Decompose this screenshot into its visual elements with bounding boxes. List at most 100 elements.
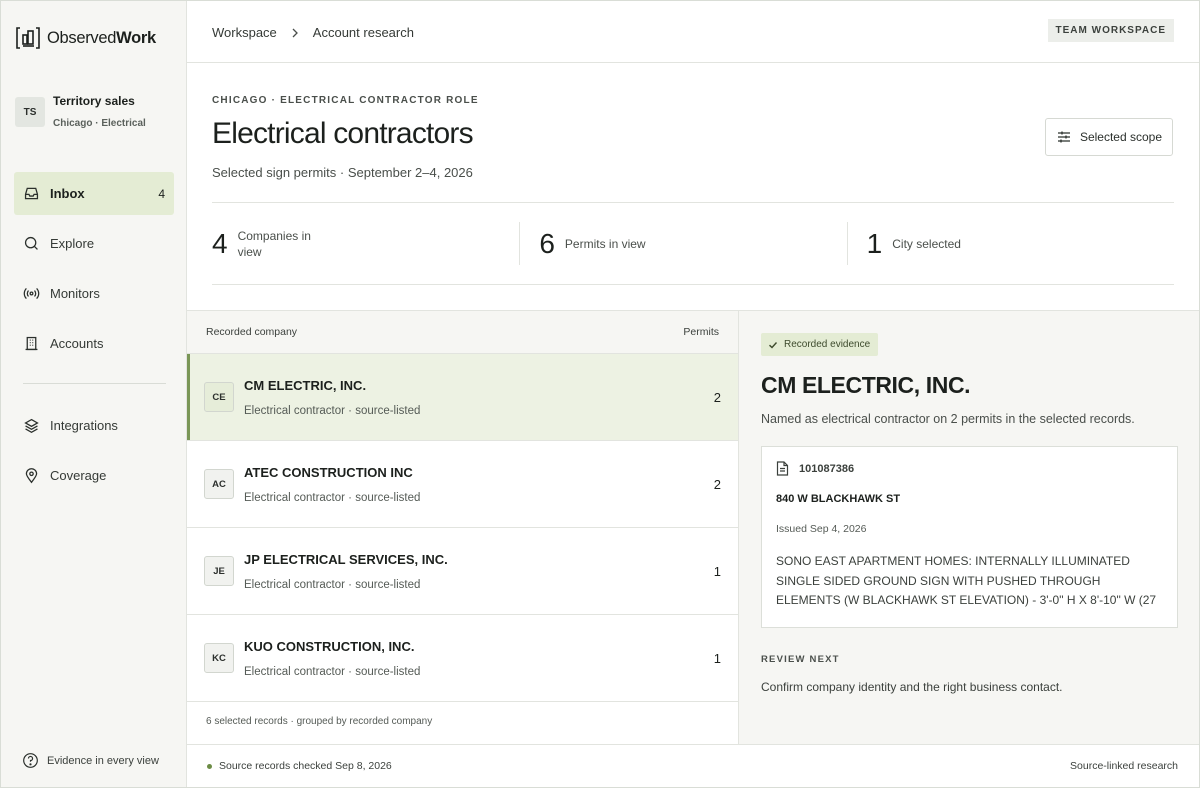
- primary-nav: Inbox 4 Explore Monitors Accounts: [14, 172, 174, 372]
- company-initials: KC: [204, 643, 234, 673]
- stat-permits: 6 Permits in view: [519, 203, 846, 284]
- company-name: ATEC CONSTRUCTION INC: [244, 464, 413, 480]
- detail-panel: Recorded evidence CM ELECTRIC, INC. Name…: [739, 310, 1199, 744]
- nav-divider: [23, 383, 166, 384]
- stat-value: 6: [539, 227, 555, 259]
- sidebar: ObservedWork TS Territory sales Chicago …: [1, 1, 187, 787]
- check-icon: [769, 341, 778, 348]
- stat-label: City selected: [892, 236, 961, 251]
- permit-description: SONO EAST APARTMENT HOMES: INTERNALLY IL…: [776, 554, 1157, 607]
- stat-value: 4: [212, 227, 228, 259]
- avatar: TS: [15, 97, 45, 127]
- sidebar-item-label: Accounts: [50, 336, 104, 351]
- sidebar-item-label: Monitors: [50, 286, 100, 301]
- sidebar-item-accounts[interactable]: Accounts: [14, 322, 174, 365]
- stat-companies: 4 Companies in view: [212, 203, 519, 284]
- sidebar-item-label: Coverage: [50, 468, 107, 483]
- inbox-count-badge: 4: [158, 186, 165, 201]
- permit-count: 1: [713, 563, 721, 579]
- selected-scope-label: Selected scope: [1079, 130, 1162, 144]
- company-initials: AC: [204, 469, 234, 499]
- badge-label: Recorded evidence: [784, 339, 871, 350]
- sidebar-item-label: Inbox: [50, 186, 85, 201]
- page-subtitle: Selected sign permits · September 2–4, 2…: [212, 165, 473, 180]
- permit-count: 2: [713, 389, 721, 405]
- permit-id-row: 101087386: [776, 461, 1163, 476]
- inbox-icon: [24, 187, 39, 200]
- team-workspace-badge[interactable]: TEAM WORKSPACE: [1047, 19, 1174, 42]
- permit-issued-date: Issued Sep 4, 2026: [776, 523, 867, 535]
- company-table: Recorded company Permits CE CM ELECTRIC,…: [187, 310, 739, 744]
- breadcrumb-current: Account research: [312, 25, 414, 40]
- selected-scope-button[interactable]: Selected scope: [1044, 118, 1173, 156]
- broadcast-icon: [23, 287, 40, 300]
- logo-icon: [16, 27, 40, 49]
- company-initials: JE: [204, 556, 234, 586]
- sliders-icon: [1057, 131, 1070, 143]
- user-subtitle: Chicago · Electrical: [53, 118, 146, 129]
- sidebar-item-explore[interactable]: Explore: [14, 222, 174, 265]
- app-window: ObservedWork TS Territory sales Chicago …: [0, 0, 1200, 788]
- help-link[interactable]: Evidence in every view: [22, 752, 159, 769]
- stat-cities: 1 City selected: [846, 203, 1174, 284]
- footer-right-label: Source-linked research: [1070, 760, 1178, 772]
- status-dot-icon: [207, 763, 212, 769]
- stat-label: Companies in view: [237, 228, 311, 259]
- company-role: Electrical contractor · source-listed: [244, 578, 421, 591]
- sidebar-item-label: Integrations: [50, 418, 118, 433]
- company-role: Electrical contractor · source-listed: [244, 404, 421, 417]
- table-row[interactable]: CE CM ELECTRIC, INC. Electrical contract…: [187, 354, 738, 441]
- secondary-nav: Integrations Coverage: [14, 404, 174, 504]
- company-name: JP ELECTRICAL SERVICES, INC.: [244, 551, 448, 567]
- column-header-company[interactable]: Recorded company: [206, 326, 297, 338]
- brand-name: ObservedWork: [47, 28, 156, 47]
- permit-address: 840 W BLACKHAWK ST: [776, 493, 901, 505]
- sidebar-item-coverage[interactable]: Coverage: [14, 454, 174, 497]
- breadcrumb: Workspace Account research: [212, 25, 414, 40]
- table-row[interactable]: AC ATEC CONSTRUCTION INC Electrical cont…: [187, 441, 738, 528]
- stats-bar: 4 Companies in view 6 Permits in view 1 …: [212, 202, 1174, 285]
- company-name: CM ELECTRIC, INC.: [244, 377, 367, 393]
- document-icon: [776, 461, 789, 476]
- table-row[interactable]: KC KUO CONSTRUCTION, INC. Electrical con…: [187, 615, 738, 702]
- permit-count: 1: [713, 650, 721, 666]
- layers-icon: [24, 418, 39, 434]
- search-icon: [24, 236, 38, 250]
- sidebar-item-monitors[interactable]: Monitors: [14, 272, 174, 315]
- status-footer: Source records checked Sep 8, 2026 Sourc…: [187, 744, 1199, 787]
- page-title: Electrical contractors: [212, 117, 474, 150]
- chevron-right-icon: [292, 28, 298, 37]
- sidebar-item-label: Explore: [50, 236, 95, 251]
- user-name: Territory sales: [53, 94, 135, 108]
- company-role: Electrical contractor · source-listed: [244, 491, 421, 504]
- brand-logo[interactable]: ObservedWork: [15, 26, 156, 50]
- user-profile[interactable]: TS Territory sales Chicago · Electrical: [15, 94, 146, 129]
- column-header-permits[interactable]: Permits: [683, 326, 719, 338]
- permit-card[interactable]: 101087386 840 W BLACKHAWK ST Issued Sep …: [761, 446, 1178, 628]
- stat-value: 1: [866, 227, 883, 259]
- sidebar-item-integrations[interactable]: Integrations: [14, 404, 174, 447]
- building-icon: [25, 336, 38, 351]
- top-bar: Workspace Account research TEAM WORKSPAC…: [187, 1, 1199, 63]
- table-header: Recorded company Permits: [187, 311, 738, 354]
- company-initials: CE: [204, 382, 234, 412]
- company-name: KUO CONSTRUCTION, INC.: [244, 638, 415, 654]
- recorded-evidence-badge: Recorded evidence: [761, 333, 879, 356]
- main-content: Workspace Account research TEAM WORKSPAC…: [187, 1, 1199, 787]
- source-check-status: Source records checked Sep 8, 2026: [207, 760, 392, 772]
- review-next-label: REVIEW NEXT: [761, 654, 840, 665]
- breadcrumb-workspace[interactable]: Workspace: [212, 25, 277, 40]
- help-label: Evidence in every view: [47, 754, 159, 767]
- stat-label: Permits in view: [564, 236, 646, 251]
- page-header: CHICAGO · ELECTRICAL CONTRACTOR ROLE Ele…: [212, 95, 479, 180]
- detail-title: CM ELECTRIC, INC.: [761, 372, 971, 398]
- table-row[interactable]: JE JP ELECTRICAL SERVICES, INC. Electric…: [187, 528, 738, 615]
- company-role: Electrical contractor · source-listed: [244, 665, 421, 678]
- help-icon: [23, 753, 38, 768]
- sidebar-item-inbox[interactable]: Inbox 4: [14, 172, 174, 215]
- page-kicker: CHICAGO · ELECTRICAL CONTRACTOR ROLE: [212, 95, 479, 106]
- source-check-label: Source records checked Sep 8, 2026: [219, 760, 392, 772]
- detail-description: Named as electrical contractor on 2 perm…: [761, 412, 1135, 426]
- review-next-text: Confirm company identity and the right b…: [761, 680, 1063, 694]
- permit-count: 2: [713, 476, 721, 492]
